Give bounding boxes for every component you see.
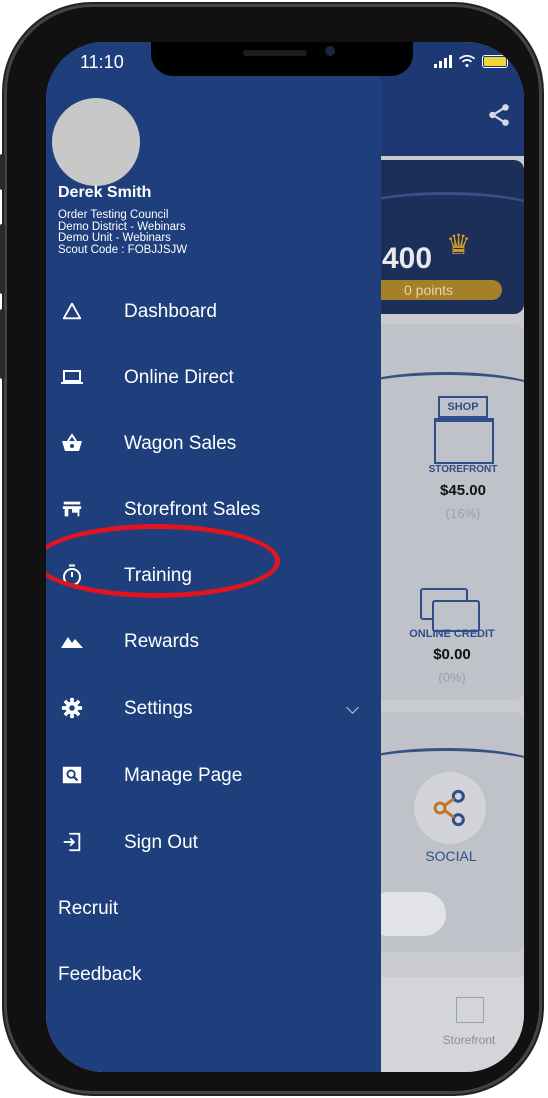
menu-item-wagon-sales[interactable]: Wagon Sales bbox=[46, 422, 381, 466]
user-council: Order Testing Council bbox=[58, 209, 169, 221]
bottom-nav-store-icon[interactable] bbox=[456, 997, 484, 1023]
wifi-icon bbox=[458, 54, 476, 67]
page-search-icon bbox=[58, 761, 86, 789]
mountains-icon bbox=[58, 627, 86, 655]
avatar[interactable] bbox=[52, 98, 140, 186]
camera-icon bbox=[325, 46, 335, 56]
battery-icon bbox=[482, 54, 508, 68]
storefront-label: STOREFRONT bbox=[428, 464, 498, 475]
storefront-percent: (16%) bbox=[445, 506, 481, 521]
crown-icon: ♛ bbox=[446, 229, 472, 260]
user-name: Derek Smith bbox=[58, 184, 152, 201]
mute-switch bbox=[0, 154, 5, 190]
speaker-grille bbox=[243, 50, 307, 56]
volume-down-button bbox=[0, 309, 5, 379]
navigation-drawer: 11:10 Derek Smith Order Testing Council … bbox=[46, 42, 381, 1072]
social-label: SOCIAL bbox=[425, 848, 477, 864]
sign-out-icon bbox=[58, 828, 86, 856]
phone-frame: 400 ♛ 0 points SHOP STOREFRONT $45.00 (1… bbox=[0, 4, 542, 1094]
menu-label-online-direct: Online Direct bbox=[124, 367, 234, 388]
online-credit-amount: $0.00 bbox=[433, 646, 471, 663]
menu-label-storefront-sales: Storefront Sales bbox=[124, 499, 261, 520]
bottom-nav-storefront-label[interactable]: Storefront bbox=[426, 1033, 512, 1047]
menu-label-dashboard: Dashboard bbox=[124, 301, 217, 322]
user-unit: Demo Unit - Webinars bbox=[58, 232, 171, 244]
menu-item-sign-out[interactable]: Sign Out bbox=[46, 821, 381, 865]
storefront-amount: $45.00 bbox=[440, 482, 486, 499]
user-scout-code: Scout Code : FOBJJSJW bbox=[58, 243, 188, 256]
signal-icon bbox=[434, 54, 452, 68]
phone-screen: 400 ♛ 0 points SHOP STOREFRONT $45.00 (1… bbox=[46, 42, 524, 1072]
menu-item-settings[interactable]: Settings bbox=[46, 687, 381, 731]
status-icons bbox=[434, 54, 508, 68]
laptop-icon bbox=[58, 363, 86, 391]
feedback-link[interactable]: Feedback bbox=[58, 964, 141, 986]
phone-notch bbox=[151, 42, 413, 76]
chevron-down-icon[interactable] bbox=[346, 701, 359, 714]
online-credit-percent: (0%) bbox=[438, 670, 466, 685]
menu-item-rewards[interactable]: Rewards bbox=[46, 620, 381, 664]
bottom-nav: Storefront bbox=[366, 977, 524, 1072]
recruit-link[interactable]: Recruit bbox=[58, 898, 118, 920]
points-pill: 0 points bbox=[372, 280, 502, 300]
gear-icon bbox=[58, 694, 86, 722]
user-info: Order Testing Council Demo District - We… bbox=[58, 209, 188, 256]
store-icon bbox=[58, 495, 86, 523]
status-time: 11:10 bbox=[80, 52, 124, 72]
menu-item-dashboard[interactable]: Dashboard bbox=[46, 290, 381, 334]
score-value: 400 bbox=[382, 242, 433, 275]
volume-up-button bbox=[0, 224, 5, 294]
online-credit-label: ONLINE CREDIT bbox=[409, 628, 495, 640]
social-share-icon bbox=[433, 789, 465, 827]
share-icon[interactable] bbox=[486, 102, 512, 128]
triangle-icon bbox=[58, 297, 86, 325]
menu-item-online-direct[interactable]: Online Direct bbox=[46, 356, 381, 400]
shop-sign-icon: SHOP bbox=[438, 396, 488, 418]
menu-label-wagon-sales: Wagon Sales bbox=[124, 433, 237, 454]
menu-label-sign-out: Sign Out bbox=[124, 832, 198, 853]
menu-label-rewards: Rewards bbox=[124, 631, 199, 652]
social-button[interactable] bbox=[414, 772, 486, 844]
storefront-building-icon bbox=[434, 418, 494, 464]
basket-icon bbox=[58, 429, 86, 457]
menu-item-storefront-sales[interactable]: Storefront Sales bbox=[46, 488, 381, 532]
menu-item-manage-page[interactable]: Manage Page bbox=[46, 754, 381, 798]
menu-label-manage-page: Manage Page bbox=[124, 765, 243, 786]
menu-label-settings: Settings bbox=[124, 698, 193, 719]
